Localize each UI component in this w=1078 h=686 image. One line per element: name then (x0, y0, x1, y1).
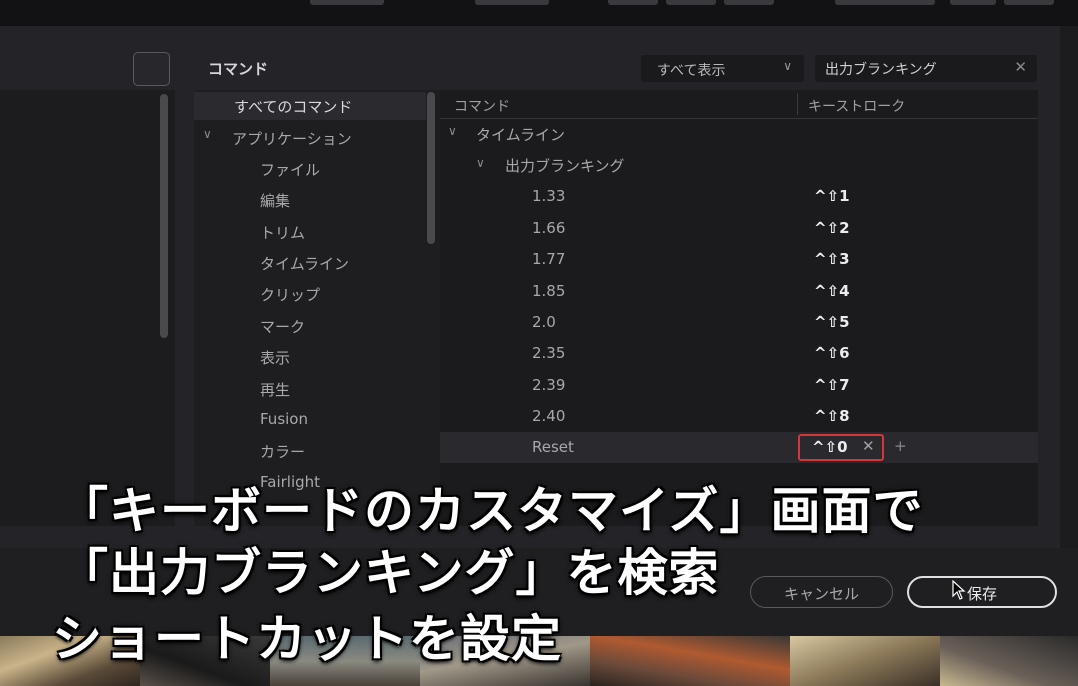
toolbar-button[interactable] (666, 0, 716, 5)
category-item-mark[interactable]: マーク (260, 316, 305, 337)
category-item-fusion[interactable]: Fusion (260, 410, 308, 428)
toolbar-button[interactable] (835, 0, 935, 5)
video-thumbnail[interactable] (590, 636, 790, 686)
toolbar-button[interactable] (475, 0, 549, 5)
cancel-button[interactable]: キャンセル (750, 576, 893, 608)
square-button[interactable] (133, 52, 170, 86)
group-timeline[interactable]: タイムライン (476, 124, 565, 145)
left-scrollbar[interactable] (160, 94, 168, 338)
keystroke-cell[interactable]: ^⇧1 (814, 187, 850, 205)
keystroke-cell[interactable]: ^⇧5 (814, 313, 850, 331)
video-thumbnail[interactable] (790, 636, 940, 686)
command-cell[interactable]: 1.85 (532, 282, 565, 300)
keystroke-cell[interactable]: ^⇧4 (814, 282, 850, 300)
category-list (194, 90, 440, 526)
add-shortcut-icon[interactable]: + (894, 437, 907, 455)
keystroke-edit-value: ^⇧0 (812, 438, 848, 456)
category-item-file[interactable]: ファイル (260, 159, 320, 180)
category-item-timeline[interactable]: タイムライン (260, 253, 349, 274)
keystroke-cell[interactable]: ^⇧7 (814, 376, 850, 394)
keystroke-cell[interactable]: ^⇧6 (814, 344, 850, 362)
command-cell[interactable]: 2.0 (532, 313, 556, 331)
commands-title: コマンド (208, 60, 269, 78)
keystroke-cell[interactable]: ^⇧2 (814, 219, 850, 237)
filter-select[interactable]: すべて表示 ∨ (641, 55, 804, 82)
search-input[interactable]: 出力ブランキング ✕ (815, 55, 1037, 82)
category-item-playback[interactable]: 再生 (260, 379, 290, 400)
command-cell[interactable]: 1.77 (532, 250, 565, 268)
command-cell[interactable]: 2.39 (532, 376, 565, 394)
toolbar-button[interactable] (724, 0, 774, 5)
keystroke-cell[interactable]: ^⇧3 (814, 250, 850, 268)
toolbar-button[interactable] (950, 0, 996, 5)
clear-icon[interactable]: ✕ (1014, 58, 1027, 76)
caption-line-1: 「キーボードのカスタマイズ」画面で (58, 482, 924, 540)
caption-line-2: 「出力ブランキング」を検索 (58, 544, 720, 602)
save-button[interactable]: 保存 (907, 576, 1057, 608)
chevron-down-icon[interactable]: ∨ (448, 124, 457, 138)
keyboard-panel (0, 90, 175, 526)
command-cell[interactable]: 1.66 (532, 219, 565, 237)
command-cell[interactable]: Reset (532, 438, 574, 456)
category-item-color[interactable]: カラー (260, 441, 305, 462)
command-cell[interactable]: 2.35 (532, 344, 565, 362)
toolbar-button[interactable] (1004, 0, 1054, 5)
keystroke-cell[interactable]: ^⇧8 (814, 407, 850, 425)
video-thumbnail[interactable] (940, 636, 1078, 686)
header-divider (440, 118, 1038, 119)
toolbar-button[interactable] (608, 0, 658, 5)
mouse-cursor-icon (952, 580, 966, 600)
remove-shortcut-icon[interactable]: ✕ (862, 437, 875, 455)
caption-line-3: ショートカットを設定 (52, 610, 562, 668)
search-input-value: 出力ブランキング (825, 62, 937, 78)
category-item-edit[interactable]: 編集 (260, 190, 290, 211)
subgroup-output-blanking[interactable]: 出力ブランキング (505, 155, 625, 176)
category-scrollbar[interactable] (427, 92, 435, 244)
selected-table-row[interactable] (440, 432, 1038, 463)
category-item-all-commands[interactable]: すべてのコマンド (234, 96, 352, 117)
chevron-down-icon: ∨ (783, 59, 792, 73)
command-cell[interactable]: 1.33 (532, 187, 565, 205)
command-cell[interactable]: 2.40 (532, 407, 565, 425)
column-divider[interactable] (797, 93, 798, 115)
filter-select-value: すべて表示 (657, 63, 726, 79)
category-item-clip[interactable]: クリップ (260, 284, 320, 305)
category-item-trim[interactable]: トリム (260, 222, 305, 243)
toolbar-button[interactable] (310, 0, 384, 5)
column-header-command[interactable]: コマンド (454, 96, 510, 116)
chevron-down-icon[interactable]: ∨ (203, 127, 212, 141)
column-header-keystroke[interactable]: キーストローク (808, 96, 905, 116)
category-item-application[interactable]: アプリケーション (232, 128, 352, 149)
top-toolbar-strip (0, 0, 1078, 26)
category-item-view[interactable]: 表示 (260, 347, 290, 368)
chevron-down-icon[interactable]: ∨ (476, 156, 485, 170)
